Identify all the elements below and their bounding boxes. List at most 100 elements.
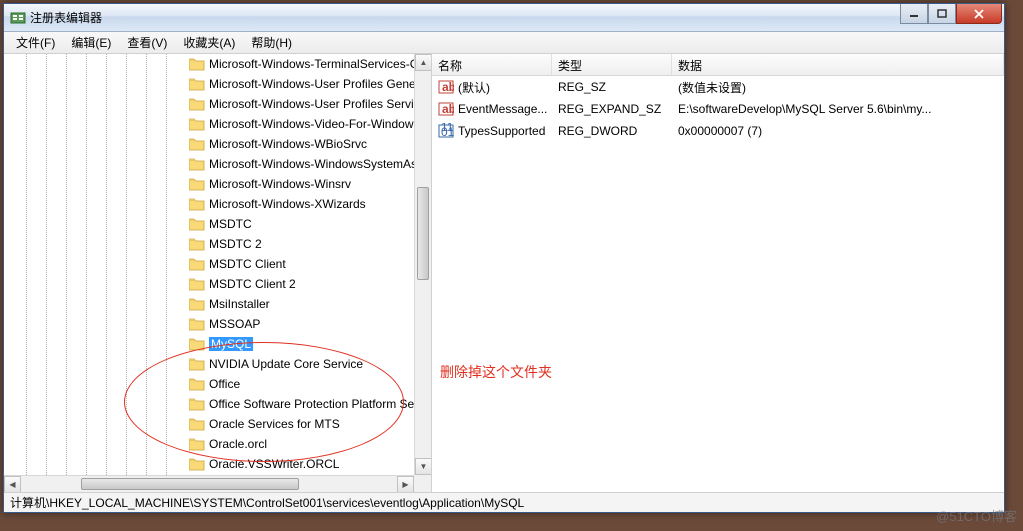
watermark: @51CTO博客 [936,506,1017,525]
folder-icon [189,357,205,371]
svg-text:ab: ab [442,102,454,116]
tree-node[interactable]: Microsoft-Windows-Video-For-Window [4,114,414,134]
value-name: TypesSupported [458,124,545,138]
folder-icon [189,117,205,131]
value-type: REG_DWORD [552,124,672,138]
list-header: 名称 类型 数据 [432,54,1004,76]
tree-node[interactable]: Microsoft-Windows-WBioSrvc [4,134,414,154]
tree-node-label: MySQL [209,337,253,351]
values-pane: 名称 类型 数据 ab(默认)REG_SZ(数值未设置)abEventMessa… [432,54,1004,492]
scroll-down-button[interactable]: ▼ [415,458,432,475]
folder-icon [189,397,205,411]
folder-icon [189,317,205,331]
folder-icon [189,337,205,351]
folder-icon [189,437,205,451]
tree-node-label: Microsoft-Windows-XWizards [209,197,366,211]
menubar: 文件(F) 编辑(E) 查看(V) 收藏夹(A) 帮助(H) [4,32,1004,54]
value-name: EventMessage... [458,102,547,116]
list-row[interactable]: 110011TypesSupportedREG_DWORD0x00000007 … [432,120,1004,142]
close-button[interactable] [956,4,1002,24]
scroll-right-button[interactable]: ▶ [397,476,414,493]
folder-icon [189,177,205,191]
tree-node[interactable]: Microsoft-Windows-Winsrv [4,174,414,194]
tree-node-label: Oracle Services for MTS [209,417,340,431]
scrollbar-corner [414,475,431,492]
tree-node-label: Office Software Protection Platform Ser [209,397,414,411]
tree-node[interactable]: MySQL [4,334,414,354]
tree-node[interactable]: MSDTC 2 [4,234,414,254]
folder-icon [189,297,205,311]
tree-node[interactable]: MSSOAP [4,314,414,334]
tree-node-label: MsiInstaller [209,297,270,311]
string-value-icon: ab [438,101,454,117]
tree-node-label: Office [209,377,240,391]
tree-node[interactable]: Office Software Protection Platform Ser [4,394,414,414]
folder-icon [189,277,205,291]
tree-node-label: MSDTC Client [209,257,286,271]
value-type: REG_SZ [552,80,672,94]
folder-icon [189,217,205,231]
hscroll-thumb[interactable] [81,478,299,490]
menu-edit[interactable]: 编辑(E) [63,32,119,53]
tree-node[interactable]: Microsoft-Windows-TerminalServices-C [4,54,414,74]
tree-horizontal-scrollbar[interactable]: ◀ ▶ [4,475,414,492]
content-area: Microsoft-Windows-TerminalServices-C Micr… [4,54,1004,492]
tree-node[interactable]: Office [4,374,414,394]
minimize-button[interactable] [900,4,928,24]
tree-viewport[interactable]: Microsoft-Windows-TerminalServices-C Micr… [4,54,414,475]
list-rows[interactable]: ab(默认)REG_SZ(数值未设置)abEventMessage...REG_… [432,76,1004,492]
hscroll-track[interactable] [21,476,397,492]
menu-file[interactable]: 文件(F) [8,32,63,53]
window-buttons [900,4,1002,24]
column-type[interactable]: 类型 [552,54,672,75]
tree-vertical-scrollbar[interactable]: ▲ ▼ [414,54,431,475]
folder-icon [189,157,205,171]
tree-node[interactable]: Oracle Services for MTS [4,414,414,434]
tree-node[interactable]: NVIDIA Update Core Service [4,354,414,374]
binary-value-icon: 110011 [438,123,454,139]
tree-pane: Microsoft-Windows-TerminalServices-C Micr… [4,54,432,492]
string-value-icon: ab [438,79,454,95]
column-name[interactable]: 名称 [432,54,552,75]
scroll-up-button[interactable]: ▲ [415,54,432,71]
maximize-button[interactable] [928,4,956,24]
tree-node-label: Microsoft-Windows-TerminalServices-C [209,57,414,71]
svg-text:ab: ab [442,80,454,94]
folder-icon [189,377,205,391]
app-icon [10,10,26,26]
statusbar: 计算机\HKEY_LOCAL_MACHINE\SYSTEM\ControlSet… [4,492,1004,512]
vscroll-thumb[interactable] [417,187,429,280]
tree-node[interactable]: Microsoft-Windows-User Profiles Servic [4,94,414,114]
folder-icon [189,57,205,71]
value-data: (数值未设置) [672,79,1004,96]
tree-node-label: Microsoft-Windows-User Profiles Servic [209,97,414,111]
column-data[interactable]: 数据 [672,54,1004,75]
menu-help[interactable]: 帮助(H) [243,32,300,53]
tree-node[interactable]: Microsoft-Windows-User Profiles Gene [4,74,414,94]
tree-node[interactable]: Microsoft-Windows-WindowsSystemAs [4,154,414,174]
list-row[interactable]: ab(默认)REG_SZ(数值未设置) [432,76,1004,98]
titlebar[interactable]: 注册表编辑器 [4,4,1004,32]
menu-view[interactable]: 查看(V) [119,32,175,53]
svg-text:011: 011 [441,125,454,139]
tree-node[interactable]: Oracle.orcl [4,434,414,454]
tree-node-label: Microsoft-Windows-WBioSrvc [209,137,367,151]
list-row[interactable]: abEventMessage...REG_EXPAND_SZE:\softwar… [432,98,1004,120]
tree-node-label: NVIDIA Update Core Service [209,357,363,371]
tree-node[interactable]: Microsoft-Windows-XWizards [4,194,414,214]
scroll-left-button[interactable]: ◀ [4,476,21,493]
status-path: 计算机\HKEY_LOCAL_MACHINE\SYSTEM\ControlSet… [10,494,524,511]
tree-node-label: Microsoft-Windows-User Profiles Gene [209,77,414,91]
tree-node[interactable]: MSDTC Client 2 [4,274,414,294]
folder-icon [189,77,205,91]
tree-node[interactable]: MSDTC [4,214,414,234]
menu-favorites[interactable]: 收藏夹(A) [175,32,243,53]
tree-node-label: Oracle.VSSWriter.ORCL [209,457,339,471]
tree-node[interactable]: MSDTC Client [4,254,414,274]
tree-node-label: Microsoft-Windows-WindowsSystemAs [209,157,414,171]
tree-node[interactable]: MsiInstaller [4,294,414,314]
value-type: REG_EXPAND_SZ [552,102,672,116]
vscroll-track[interactable] [415,71,431,458]
registry-tree: Microsoft-Windows-TerminalServices-C Micr… [4,54,414,474]
tree-node[interactable]: Oracle.VSSWriter.ORCL [4,454,414,474]
